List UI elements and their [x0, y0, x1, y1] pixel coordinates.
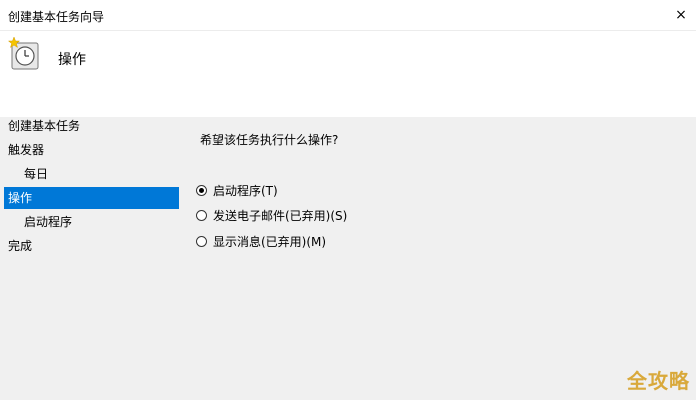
option-label: 显示消息(已弃用)(M)	[213, 234, 327, 249]
page-heading: 操作	[58, 52, 86, 68]
action-panel: 希望该任务执行什么操作? 启动程序(T) 发送电子邮件(已弃用)(S) 显示消息…	[196, 117, 686, 400]
step-create-basic-task[interactable]: 创建基本任务	[4, 115, 179, 137]
radio-button[interactable]	[196, 184, 207, 196]
option-show-message[interactable]: 显示消息(已弃用)(M)	[196, 232, 326, 250]
window-title: 创建基本任务向导	[8, 10, 105, 24]
clock-task-icon	[7, 36, 39, 70]
step-action[interactable]: 操作	[4, 187, 179, 209]
radio-button[interactable]	[196, 209, 207, 221]
radio-button[interactable]	[196, 235, 207, 247]
close-icon[interactable]: ×	[666, 0, 696, 30]
title-bar: 创建基本任务向导 ×	[0, 0, 696, 31]
action-prompt: 希望该任务执行什么操作?	[200, 133, 339, 147]
option-send-email[interactable]: 发送电子邮件(已弃用)(S)	[196, 206, 347, 224]
wizard-step-list: 创建基本任务 触发器 每日 操作 启动程序 完成	[0, 117, 180, 400]
step-finish[interactable]: 完成	[4, 235, 179, 257]
option-label: 启动程序(T)	[213, 183, 278, 198]
step-daily[interactable]: 每日	[4, 163, 179, 185]
wizard-header: 操作	[0, 31, 696, 117]
step-trigger[interactable]: 触发器	[4, 139, 179, 161]
watermark: 全攻略	[627, 369, 690, 393]
option-start-program[interactable]: 启动程序(T)	[196, 181, 278, 199]
step-start-program[interactable]: 启动程序	[4, 211, 179, 233]
wizard-body: 创建基本任务 触发器 每日 操作 启动程序 完成 希望该任务执行什么操作? 启动…	[0, 117, 696, 400]
option-label: 发送电子邮件(已弃用)(S)	[213, 208, 348, 223]
